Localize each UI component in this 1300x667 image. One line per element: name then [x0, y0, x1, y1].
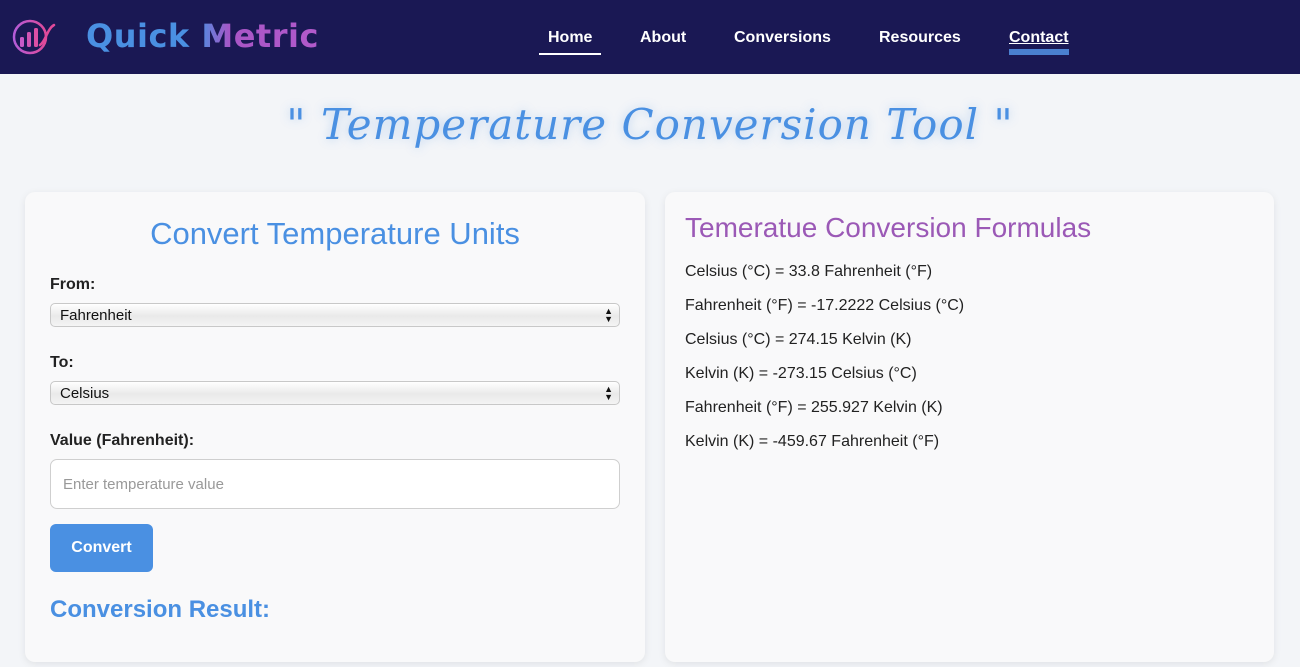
page-title: " Temperature Conversion Tool " [286, 100, 1014, 149]
formulas-card: Temeratue Conversion Formulas Celsius (°… [665, 192, 1274, 662]
nav-conversions[interactable]: Conversions [734, 29, 831, 47]
formula-item: Kelvin (K) = -459.67 Fahrenheit (°F) [685, 433, 940, 450]
select-arrows-icon: ▲ ▼ [604, 306, 613, 324]
converter-title: Convert Temperature Units [150, 216, 520, 251]
from-label: From: [50, 276, 96, 293]
nav-resources[interactable]: Resources [879, 29, 961, 47]
main-nav: Home About Conversions Resources Contact [0, 29, 1300, 59]
to-select[interactable]: Celsius ▲ ▼ [50, 381, 620, 405]
formula-item: Celsius (°C) = 33.8 Fahrenheit (°F) [685, 263, 933, 280]
value-label: Value (Fahrenheit): [50, 432, 195, 449]
formulas-title: Temeratue Conversion Formulas [685, 212, 1092, 243]
formula-item: Celsius (°C) = 274.15 Kelvin (K) [685, 331, 912, 348]
to-select-value: Celsius [60, 385, 110, 402]
formula-item: Fahrenheit (°F) = 255.927 Kelvin (K) [685, 399, 943, 416]
select-arrows-icon: ▲ ▼ [604, 384, 613, 402]
formula-item: Fahrenheit (°F) = -17.2222 Celsius (°C) [685, 297, 965, 314]
temperature-input-placeholder: Enter temperature value [63, 475, 224, 493]
top-navbar: Quick Metric Home About Conversions Reso… [0, 0, 1300, 74]
conversion-result-title: Conversion Result: [50, 596, 271, 623]
nav-about[interactable]: About [640, 29, 686, 47]
nav-contact[interactable]: Contact [1009, 29, 1069, 55]
convert-button[interactable]: Convert [50, 524, 153, 572]
formula-item: Kelvin (K) = -273.15 Celsius (°C) [685, 365, 917, 382]
converter-card: Convert Temperature Units From: Fahrenhe… [25, 192, 645, 662]
nav-home[interactable]: Home [538, 29, 603, 55]
from-select[interactable]: Fahrenheit ▲ ▼ [50, 303, 620, 327]
to-label: To: [50, 354, 74, 371]
temperature-input[interactable]: Enter temperature value [50, 459, 620, 509]
from-select-value: Fahrenheit [60, 307, 132, 324]
